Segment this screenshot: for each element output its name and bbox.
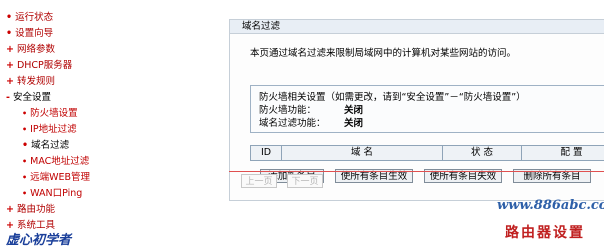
bullet-icon: • (22, 157, 28, 166)
sidebar-item-remote-web[interactable]: • 远端WEB管理 (22, 171, 90, 185)
next-page-button[interactable]: 下一页 (287, 174, 323, 188)
minus-icon: - (6, 92, 10, 103)
sidebar-item-routing[interactable]: + 路由功能 (6, 203, 55, 217)
sidebar-item-status[interactable]: • 运行状态 (6, 11, 53, 25)
page-description: 本页通过域名过滤来限制局域网中的计算机对某些网站的访问。 (250, 48, 517, 59)
bullet-icon: • (6, 28, 13, 39)
plus-icon: + (6, 44, 14, 55)
rules-table-header: ID 域 名 状 态 配 置 (250, 145, 604, 161)
watermark-text: 虚心初学者 (6, 233, 72, 248)
sidebar-item-ip-filter[interactable]: • IP地址过滤 (22, 123, 77, 137)
firewall-info-box: 防火墙相关设置（如需更改，请到“安全设置”－“防火墙设置”） 防火墙功能： 关闭… (250, 85, 604, 133)
panel-title: 域名过滤 (230, 20, 604, 34)
firewall-status-row: 防火墙功能： (259, 102, 316, 116)
sidebar-item-wizard[interactable]: • 设置向导 (6, 27, 53, 41)
sidebar-item-forwarding[interactable]: + 转发规则 (6, 75, 55, 89)
prev-page-button[interactable]: 上一页 (241, 174, 277, 188)
bullet-icon: • (22, 140, 29, 151)
sidebar-item-mac-filter[interactable]: • MAC地址过滤 (22, 155, 89, 169)
firewall-value: 关闭 (344, 105, 364, 116)
column-config: 配 置 (560, 147, 583, 158)
sidebar-item-security[interactable]: - 安全设置 (6, 91, 51, 105)
domain-filter-status-row: 域名过滤功能： (259, 115, 326, 129)
bullet-icon: • (22, 173, 28, 182)
domain-filter-label: 域名过滤功能： (259, 118, 326, 129)
bullet-icon: • (22, 125, 28, 134)
bullet-icon: • (6, 12, 13, 23)
sidebar-menu: • 运行状态 • 设置向导 + 网络参数 + DHCP服务器 + 转发规则 - 安全设置 •… (0, 0, 206, 248)
domain-filter-value: 关闭 (344, 118, 364, 129)
sidebar-item-dhcp[interactable]: + DHCP服务器 (6, 59, 72, 73)
column-status: 状 态 (443, 146, 522, 160)
bullet-icon: • (22, 189, 28, 198)
plus-icon: + (6, 204, 14, 215)
plus-icon: + (6, 76, 14, 87)
main-content: 域名过滤 本页通过域名过滤来限制局域网中的计算机对某些网站的访问。 防火墙相关设… (205, 0, 604, 245)
pagination-bar: 上一页 下一页 (229, 171, 604, 190)
column-domain: 域 名 (282, 146, 443, 160)
sidebar-item-wan-ping[interactable]: • WAN口Ping (22, 187, 82, 201)
column-id: ID (251, 146, 282, 160)
watermark-router-text: 路由器设置 (505, 225, 585, 241)
watermark-url: www.886abc.com (497, 198, 604, 213)
sidebar-item-network[interactable]: + 网络参数 (6, 43, 55, 57)
bullet-icon: • (22, 109, 28, 118)
sidebar-item-domain-filter[interactable]: • 域名过滤 (22, 139, 69, 153)
firewall-heading: 防火墙相关设置（如需更改，请到“安全设置”－“防火墙设置”） (259, 92, 526, 103)
plus-icon: + (6, 60, 14, 71)
sidebar-item-firewall[interactable]: • 防火墙设置 (22, 107, 78, 121)
